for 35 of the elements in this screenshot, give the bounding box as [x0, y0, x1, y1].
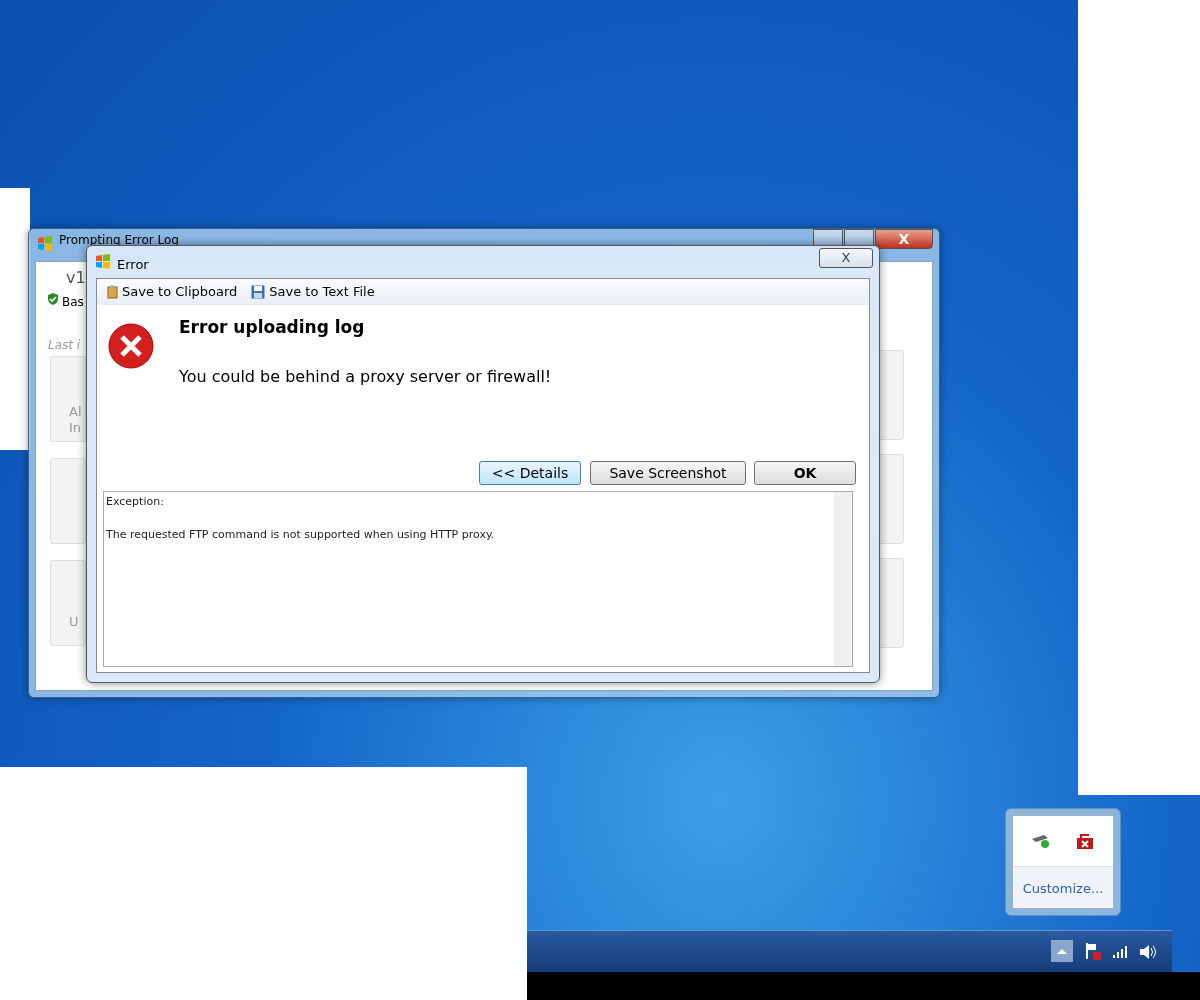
clipboard-icon	[107, 285, 118, 299]
dialog-button[interactable]: << Details	[479, 461, 581, 485]
details-text-area[interactable]: Exception: The requested FTP command is not supported when using HTTP proxy.	[103, 491, 853, 667]
error-message: You could be behind a proxy server or firewall!	[179, 366, 552, 388]
dialog-button[interactable]: Save Screenshot	[590, 461, 746, 485]
lock-error-icon[interactable]	[1075, 832, 1095, 850]
shield-check-icon	[46, 292, 60, 306]
details-line: Exception:	[106, 494, 165, 510]
tile-label: U	[69, 613, 79, 631]
tile-label: In	[69, 419, 82, 437]
group-label: Last i	[48, 337, 81, 354]
speaker-icon[interactable]	[1139, 944, 1157, 960]
window-title: Prompting Error Log	[59, 232, 179, 249]
tile-label: Al	[69, 403, 82, 421]
dialog-title: Error	[117, 256, 149, 274]
windows-logo-icon	[37, 235, 53, 251]
close-button[interactable]: X	[819, 248, 873, 268]
details-line: The requested FTP command is not supported when using HTTP proxy.	[106, 526, 496, 543]
customize-link[interactable]: Customize...	[1013, 866, 1113, 908]
signal-icon[interactable]	[1113, 946, 1127, 958]
network-drive-icon[interactable]	[1031, 833, 1051, 849]
dialog-button[interactable]: OK	[754, 461, 856, 485]
windows-logo-icon	[95, 253, 111, 269]
tab-label: Bas	[62, 294, 84, 311]
error-icon	[108, 323, 154, 369]
tile-button[interactable]	[50, 560, 86, 646]
toolbar-button[interactable]: Save to Text File	[251, 282, 375, 302]
close-button[interactable]: X	[875, 229, 933, 249]
scrollbar[interactable]	[834, 492, 852, 666]
flag-error-icon[interactable]	[1085, 942, 1101, 960]
tile-button[interactable]	[50, 458, 86, 544]
toolbar-button[interactable]: Save to Clipboard	[107, 282, 238, 302]
error-heading: Error uploading log	[179, 316, 365, 339]
tile-button[interactable]	[50, 356, 86, 442]
version-label: v1	[66, 267, 86, 289]
